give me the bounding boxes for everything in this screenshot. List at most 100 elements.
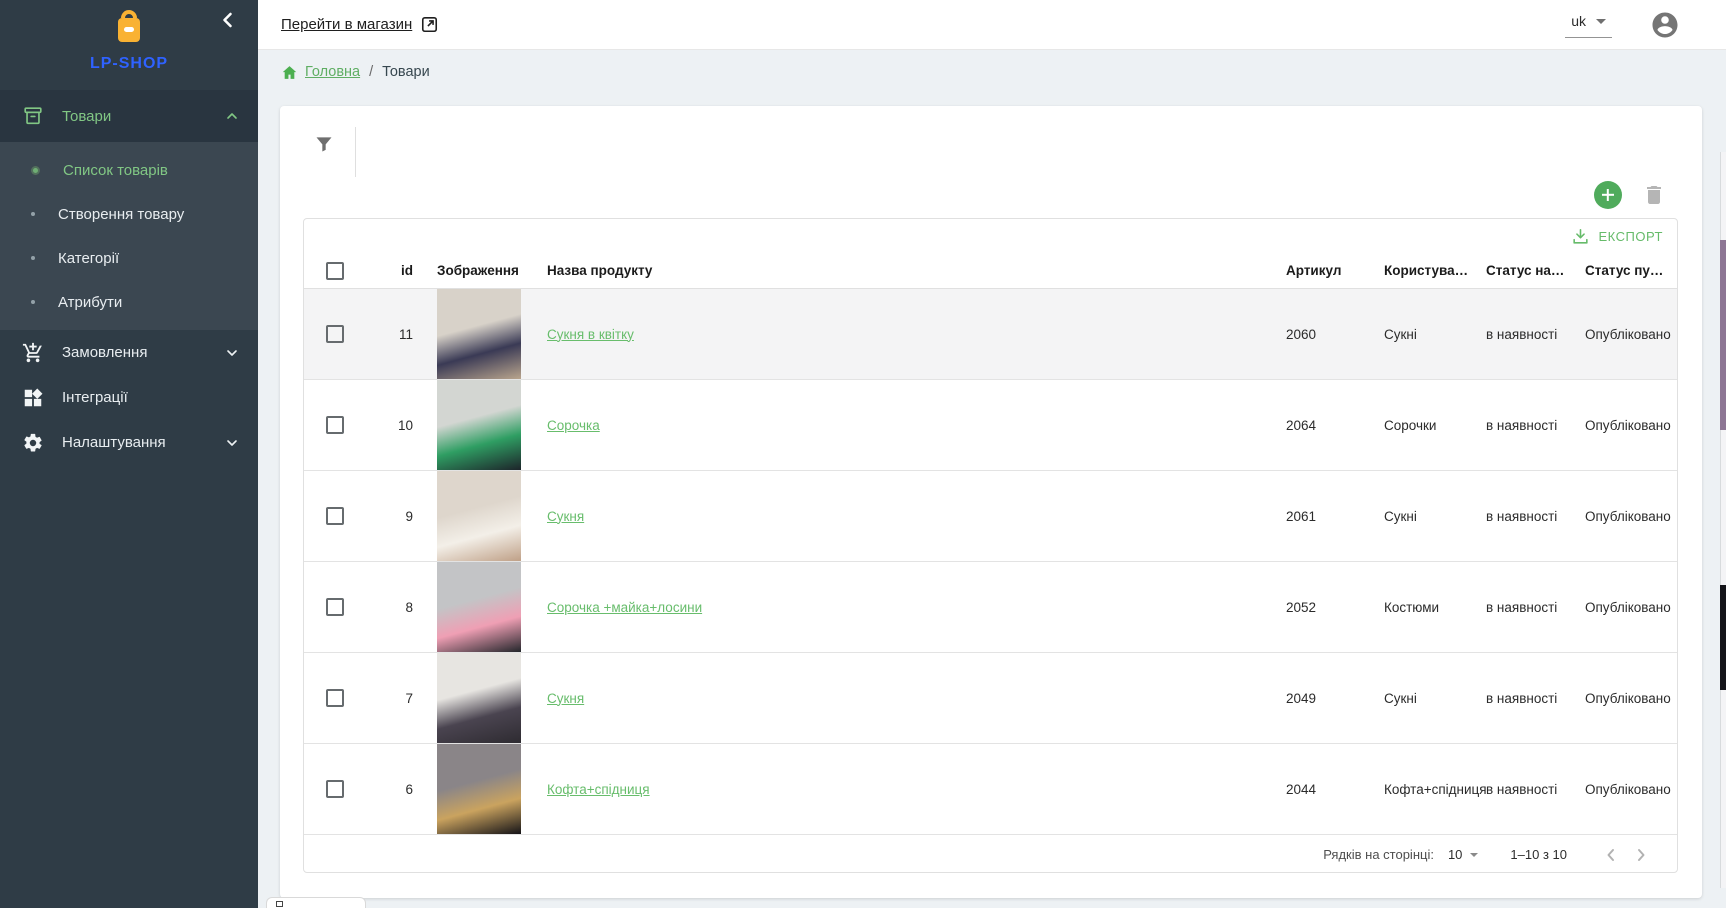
export-button[interactable]: ЕКСПОРТ [1571, 227, 1663, 246]
rows-per-page-select[interactable]: 10 [1448, 847, 1478, 862]
cell-category: Сукні [1384, 509, 1486, 524]
sidebar-item-integrations[interactable]: Інтеграції [0, 375, 258, 420]
export-row: ЕКСПОРТ [304, 219, 1677, 253]
next-page-button[interactable] [1629, 840, 1659, 870]
sidebar-item-categories[interactable]: Категорії [0, 236, 258, 280]
cell-publish-status: Опубліковано [1585, 418, 1677, 433]
breadcrumb-home-link[interactable]: Головна [281, 64, 360, 81]
delete-selected-button[interactable] [1642, 183, 1666, 207]
chevron-down-icon [224, 345, 240, 361]
breadcrumb-separator: / [369, 64, 373, 80]
chevron-left-icon [216, 8, 240, 32]
cell-category: Кофта+спідниця [1384, 782, 1486, 797]
product-name-link[interactable]: Кофта+спідниця [547, 782, 650, 797]
topbar: Перейти в магазин uk [258, 0, 1726, 50]
product-name-link[interactable]: Сукня в квітку [547, 327, 634, 342]
widgets-icon [22, 387, 44, 409]
sidebar-item-label: Замовлення [62, 344, 224, 361]
product-photo[interactable] [437, 380, 521, 470]
go-to-store-label: Перейти в магазин [281, 16, 412, 33]
product-photo[interactable] [437, 653, 521, 743]
product-name-link[interactable]: Сорочка +майка+лосини [547, 600, 702, 615]
row-checkbox[interactable] [326, 325, 344, 343]
active-bullet-icon [31, 166, 40, 175]
breadcrumb-current: Товари [382, 64, 430, 80]
add-product-button[interactable] [1594, 181, 1622, 209]
cell-stock-status: в наявності [1486, 782, 1585, 797]
cell-sku: 2060 [1286, 327, 1384, 342]
cell-sku: 2049 [1286, 691, 1384, 706]
topbar-right: uk [1565, 10, 1702, 40]
sidebar-item-orders[interactable]: Замовлення [0, 330, 258, 375]
export-label: ЕКСПОРТ [1599, 229, 1663, 244]
sidebar-item-product-create[interactable]: Створення товару [0, 192, 258, 236]
column-header-id[interactable]: id [354, 263, 413, 278]
cell-publish-status: Опубліковано [1585, 782, 1677, 797]
sidebar-item-settings[interactable]: Налаштування [0, 420, 258, 465]
table-row: 6 Кофта+спідниця 2044 Кофта+спідниця в н… [304, 744, 1677, 835]
rows-per-page-value: 10 [1448, 847, 1462, 862]
product-name-link[interactable]: Сукня [547, 509, 584, 524]
cell-sku: 2044 [1286, 782, 1384, 797]
chevron-up-icon [224, 108, 240, 124]
trash-icon [1642, 183, 1666, 207]
sidebar-nav: Товари Список товарів Створення товару К… [0, 90, 258, 465]
table-row: 9 Сукня 2061 Сукні в наявності Опубліков… [304, 471, 1677, 562]
pagination-bar: Рядків на сторінці: 10 1–10 з 10 [304, 835, 1677, 873]
chevron-right-icon [1629, 843, 1659, 867]
bottom-left-popup[interactable] [266, 897, 366, 908]
products-submenu: Список товарів Створення товару Категорі… [0, 142, 258, 330]
filter-funnel-icon[interactable] [314, 134, 334, 154]
sidebar-item-label: Атрибути [58, 294, 258, 311]
cell-category: Сорочки [1384, 418, 1486, 433]
product-photo[interactable] [437, 289, 521, 379]
select-all-checkbox[interactable] [326, 262, 344, 280]
sidebar: LP-SHOP Товари Список товарів [0, 0, 258, 908]
home-icon [281, 64, 298, 81]
row-checkbox[interactable] [326, 598, 344, 616]
cell-publish-status: Опубліковано [1585, 509, 1677, 524]
product-photo[interactable] [437, 562, 521, 652]
row-checkbox[interactable] [326, 416, 344, 434]
column-header-sku[interactable]: Артикул [1286, 263, 1384, 278]
table-row: 10 Сорочка 2064 Сорочки в наявності Опуб… [304, 380, 1677, 471]
product-photo[interactable] [437, 471, 521, 561]
sidebar-item-label: Створення товару [58, 206, 258, 223]
column-header-publish-status[interactable]: Статус пу… [1585, 263, 1677, 278]
row-checkbox[interactable] [326, 507, 344, 525]
cell-stock-status: в наявності [1486, 509, 1585, 524]
table-actions [1594, 181, 1666, 209]
product-name-link[interactable]: Сорочка [547, 418, 600, 433]
sidebar-item-label: Налаштування [62, 434, 224, 451]
sidebar-group-products[interactable]: Товари [0, 90, 258, 142]
product-name-link[interactable]: Сукня [547, 691, 584, 706]
product-photo[interactable] [437, 744, 521, 834]
sidebar-collapse-button[interactable] [216, 8, 240, 32]
popup-mini-icon [276, 901, 283, 907]
cell-publish-status: Опубліковано [1585, 691, 1677, 706]
cell-category: Сукні [1384, 691, 1486, 706]
column-header-category[interactable]: Користува… [1384, 263, 1486, 278]
cell-sku: 2061 [1286, 509, 1384, 524]
column-header-name[interactable]: Назва продукту [547, 263, 1286, 278]
table-header-row: id Зображення Назва продукту Артикул Кор… [304, 253, 1677, 289]
main-area: Перейти в магазин uk [258, 0, 1726, 908]
row-checkbox[interactable] [326, 689, 344, 707]
go-to-store-link[interactable]: Перейти в магазин [281, 15, 439, 34]
bullet-icon [31, 212, 35, 216]
cart-plus-icon [22, 342, 44, 364]
language-select[interactable]: uk [1565, 11, 1612, 38]
sidebar-item-label: Інтеграції [62, 389, 240, 406]
row-checkbox[interactable] [326, 780, 344, 798]
breadcrumb: Головна / Товари [281, 50, 430, 94]
sidebar-item-product-list[interactable]: Список товарів [0, 148, 258, 192]
cell-id: 10 [354, 418, 413, 433]
previous-page-button[interactable] [1599, 840, 1629, 870]
window-edge-artifact [1720, 152, 1726, 888]
sidebar-item-attributes[interactable]: Атрибути [0, 280, 258, 324]
account-menu-button[interactable] [1650, 10, 1680, 40]
breadcrumb-home-label: Головна [305, 64, 360, 80]
column-header-stock-status[interactable]: Статус на… [1486, 263, 1585, 278]
cell-id: 9 [354, 509, 413, 524]
table-row: 7 Сукня 2049 Сукні в наявності Опубліков… [304, 653, 1677, 744]
